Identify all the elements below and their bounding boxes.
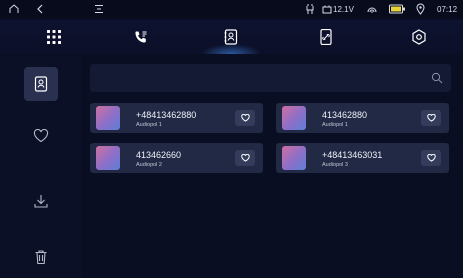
battery-voltage: 12.1V xyxy=(322,2,354,16)
avatar xyxy=(96,146,120,170)
favorite-button[interactable] xyxy=(421,150,441,166)
sidebar-delete-button[interactable] xyxy=(24,240,58,274)
sidebar-favorites-button[interactable] xyxy=(24,119,58,153)
settings-hex-icon xyxy=(412,29,426,45)
clock-text: 07:12 xyxy=(437,4,458,14)
contact-number: +48413463031 xyxy=(322,150,383,160)
status-bar: 12.1V 07:12 xyxy=(0,0,463,18)
avatar xyxy=(282,106,306,130)
settings-tab[interactable] xyxy=(394,20,444,54)
car-battery-icon xyxy=(322,5,332,14)
heart-icon xyxy=(426,114,436,122)
heart-icon xyxy=(240,154,250,162)
trash-icon xyxy=(35,250,47,265)
battery-icon xyxy=(389,2,406,16)
menu-lines-icon[interactable] xyxy=(94,2,104,16)
location-icon xyxy=(416,2,425,16)
sidebar xyxy=(0,56,82,278)
voltage-text: 12.1V xyxy=(333,4,354,14)
favorite-button[interactable] xyxy=(235,150,255,166)
contact-number: 413462660 xyxy=(136,150,182,160)
sidebar-contacts-button[interactable] xyxy=(24,67,58,101)
apps-tab[interactable] xyxy=(29,20,79,54)
contact-device: Audiopol 1 xyxy=(136,122,162,128)
favorite-button[interactable] xyxy=(421,110,441,126)
home-icon[interactable] xyxy=(8,2,20,16)
phone-call-icon xyxy=(135,31,147,43)
heart-icon xyxy=(33,129,49,143)
top-nav-bar xyxy=(0,20,463,54)
signal-icon xyxy=(366,2,378,16)
contact-device: Audiopol 2 xyxy=(136,162,162,168)
contact-number: +48413462880 xyxy=(136,110,197,120)
download-icon xyxy=(34,195,48,208)
usb-icon xyxy=(306,2,314,16)
back-icon[interactable] xyxy=(35,2,45,16)
contact-number: 413462880 xyxy=(322,110,368,120)
search-bar[interactable] xyxy=(90,64,451,92)
contact-card[interactable]: +48413462880 Audiopol 1 xyxy=(90,103,263,133)
contact-device: Audiopol 3 xyxy=(322,162,348,168)
sidebar-download-button[interactable] xyxy=(24,184,58,218)
phone-link-tab[interactable] xyxy=(301,20,351,54)
contact-device: Audiopol 1 xyxy=(322,122,348,128)
search-icon[interactable] xyxy=(431,71,443,89)
avatar xyxy=(96,106,120,130)
contact-card[interactable]: 413462660 Audiopol 2 xyxy=(90,143,263,173)
contacts-book-icon xyxy=(224,29,238,45)
avatar xyxy=(282,146,306,170)
phone-link-icon xyxy=(320,29,332,45)
contacts-tab[interactable] xyxy=(200,20,262,54)
favorite-button[interactable] xyxy=(235,110,255,126)
contacts-icon xyxy=(34,76,48,92)
contact-card[interactable]: 413462880 Audiopol 1 xyxy=(276,103,449,133)
heart-icon xyxy=(240,114,250,122)
heart-icon xyxy=(426,154,436,162)
apps-grid-icon xyxy=(47,30,61,44)
contact-card[interactable]: +48413463031 Audiopol 3 xyxy=(276,143,449,173)
calls-tab[interactable] xyxy=(116,20,166,54)
